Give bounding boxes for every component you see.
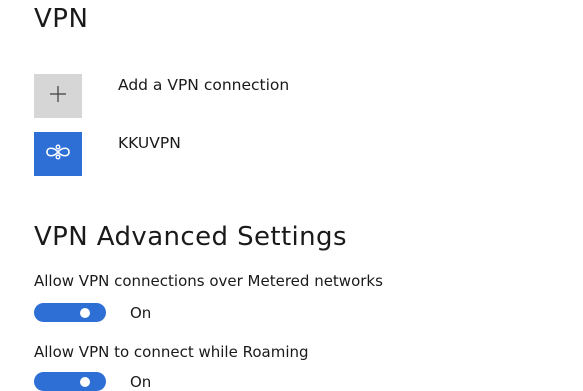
advanced-settings-title: VPN Advanced Settings: [34, 222, 347, 252]
roaming-toggle-row: On: [34, 372, 151, 391]
vpn-network-icon: [43, 143, 73, 165]
page-title: VPN: [34, 4, 89, 34]
toggle-knob: [80, 308, 90, 318]
roaming-label: Allow VPN to connect while Roaming: [34, 343, 309, 361]
add-tile[interactable]: [34, 74, 82, 118]
roaming-state: On: [130, 372, 152, 391]
vpn-connection-item[interactable]: KKUVPN: [34, 132, 181, 176]
metered-networks-label: Allow VPN connections over Metered netwo…: [34, 272, 383, 290]
add-vpn-connection-label: Add a VPN connection: [118, 76, 290, 94]
metered-networks-toggle[interactable]: [34, 303, 106, 322]
roaming-toggle[interactable]: [34, 372, 106, 391]
vpn-connection-tile[interactable]: [34, 132, 82, 176]
metered-networks-toggle-row: On: [34, 303, 151, 322]
toggle-knob: [80, 377, 90, 387]
plus-icon: [48, 84, 68, 108]
vpn-connection-name: KKUVPN: [118, 134, 181, 152]
metered-networks-state: On: [130, 303, 152, 322]
add-vpn-connection-button[interactable]: Add a VPN connection: [34, 74, 289, 118]
